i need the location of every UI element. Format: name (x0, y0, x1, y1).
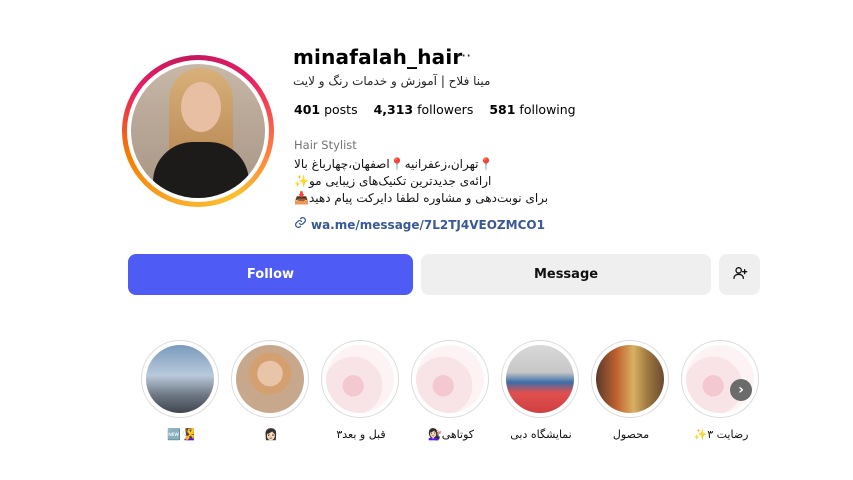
followers-count: 4,313 (373, 102, 414, 117)
posts-label: posts (324, 102, 358, 117)
following-stat[interactable]: 581 following (489, 102, 575, 117)
highlight-image (506, 345, 574, 413)
highlight-image (326, 345, 394, 413)
bio-line: 📍تهران،زعفرانیه📍اصفهان،چهارباغ بالا (294, 157, 494, 171)
bio-line: برای نوبت‌دهی و مشاوره لطفا دایرکت پیام … (294, 191, 549, 205)
more-options-icon[interactable]: ··· (456, 46, 471, 65)
following-label: following (519, 102, 576, 117)
avatar-photo (131, 64, 265, 198)
followers-label: followers (417, 102, 474, 117)
profile-stats: 401 posts 4,313 followers 581 following (294, 102, 576, 117)
highlight-label: کوتاهی💇🏻‍♀️ (428, 428, 474, 441)
highlight-item[interactable]: کوتاهی💇🏻‍♀️ (411, 340, 491, 441)
highlight-item[interactable]: 🆕🧏‍♀️ (141, 340, 221, 441)
follow-button[interactable]: Follow (128, 254, 413, 295)
highlights-next-button[interactable]: › (730, 379, 752, 401)
highlight-image (416, 345, 484, 413)
highlight-cover (141, 340, 219, 418)
avatar-face (181, 82, 221, 132)
highlight-cover (321, 340, 399, 418)
add-user-icon (732, 265, 748, 285)
highlight-cover (231, 340, 309, 418)
following-count: 581 (489, 102, 516, 117)
avatar-body (153, 142, 249, 198)
highlight-cover (411, 340, 489, 418)
highlight-item[interactable]: قبل و بعد۳ (321, 340, 401, 441)
profile-avatar[interactable] (122, 55, 274, 207)
followers-stat[interactable]: 4,313 followers (374, 102, 474, 117)
highlight-item[interactable]: نمایشگاه دبی (501, 340, 581, 441)
highlight-image (236, 345, 304, 413)
chevron-right-icon: › (738, 382, 744, 398)
highlight-cover (681, 340, 759, 418)
highlight-label: نمایشگاه دبی (510, 428, 572, 441)
highlight-label: 👩🏻 (264, 428, 278, 441)
highlight-cover (591, 340, 669, 418)
highlight-label: قبل و بعد۳ (336, 428, 386, 441)
highlight-cover (501, 340, 579, 418)
profile-full-name: مینا فلاح | آموزش و خدمات رنگ و لایت (293, 74, 491, 88)
link-text: wa.me/message/7L2TJ4VEOZMCO1 (311, 217, 545, 232)
profile-bio: 📍تهران،زعفرانیه📍اصفهان،چهارباغ بالا ارائ… (294, 156, 594, 207)
highlight-label: 🆕🧏‍♀️ (167, 428, 195, 441)
profile-category: Hair Stylist (294, 138, 357, 152)
avatar-inner (127, 60, 269, 202)
highlight-label: رضایت ۳✨ (693, 428, 749, 441)
add-user-button[interactable] (719, 254, 760, 295)
highlight-image (146, 345, 214, 413)
posts-stat: 401 posts (294, 102, 358, 117)
posts-count: 401 (294, 102, 321, 117)
profile-username: minafalah_hair (293, 45, 463, 69)
message-button[interactable]: Message (421, 254, 711, 295)
highlight-image (596, 345, 664, 413)
highlight-item[interactable]: محصول (591, 340, 671, 441)
profile-link[interactable]: wa.me/message/7L2TJ4VEOZMCO1 (294, 216, 545, 233)
link-icon (294, 216, 307, 233)
bio-line: ارائه‌ی جدیدترین تکنیک‌های زیبایی مو✨ (294, 174, 492, 188)
highlight-label: محصول (612, 428, 650, 441)
highlight-item[interactable]: 👩🏻 (231, 340, 311, 441)
